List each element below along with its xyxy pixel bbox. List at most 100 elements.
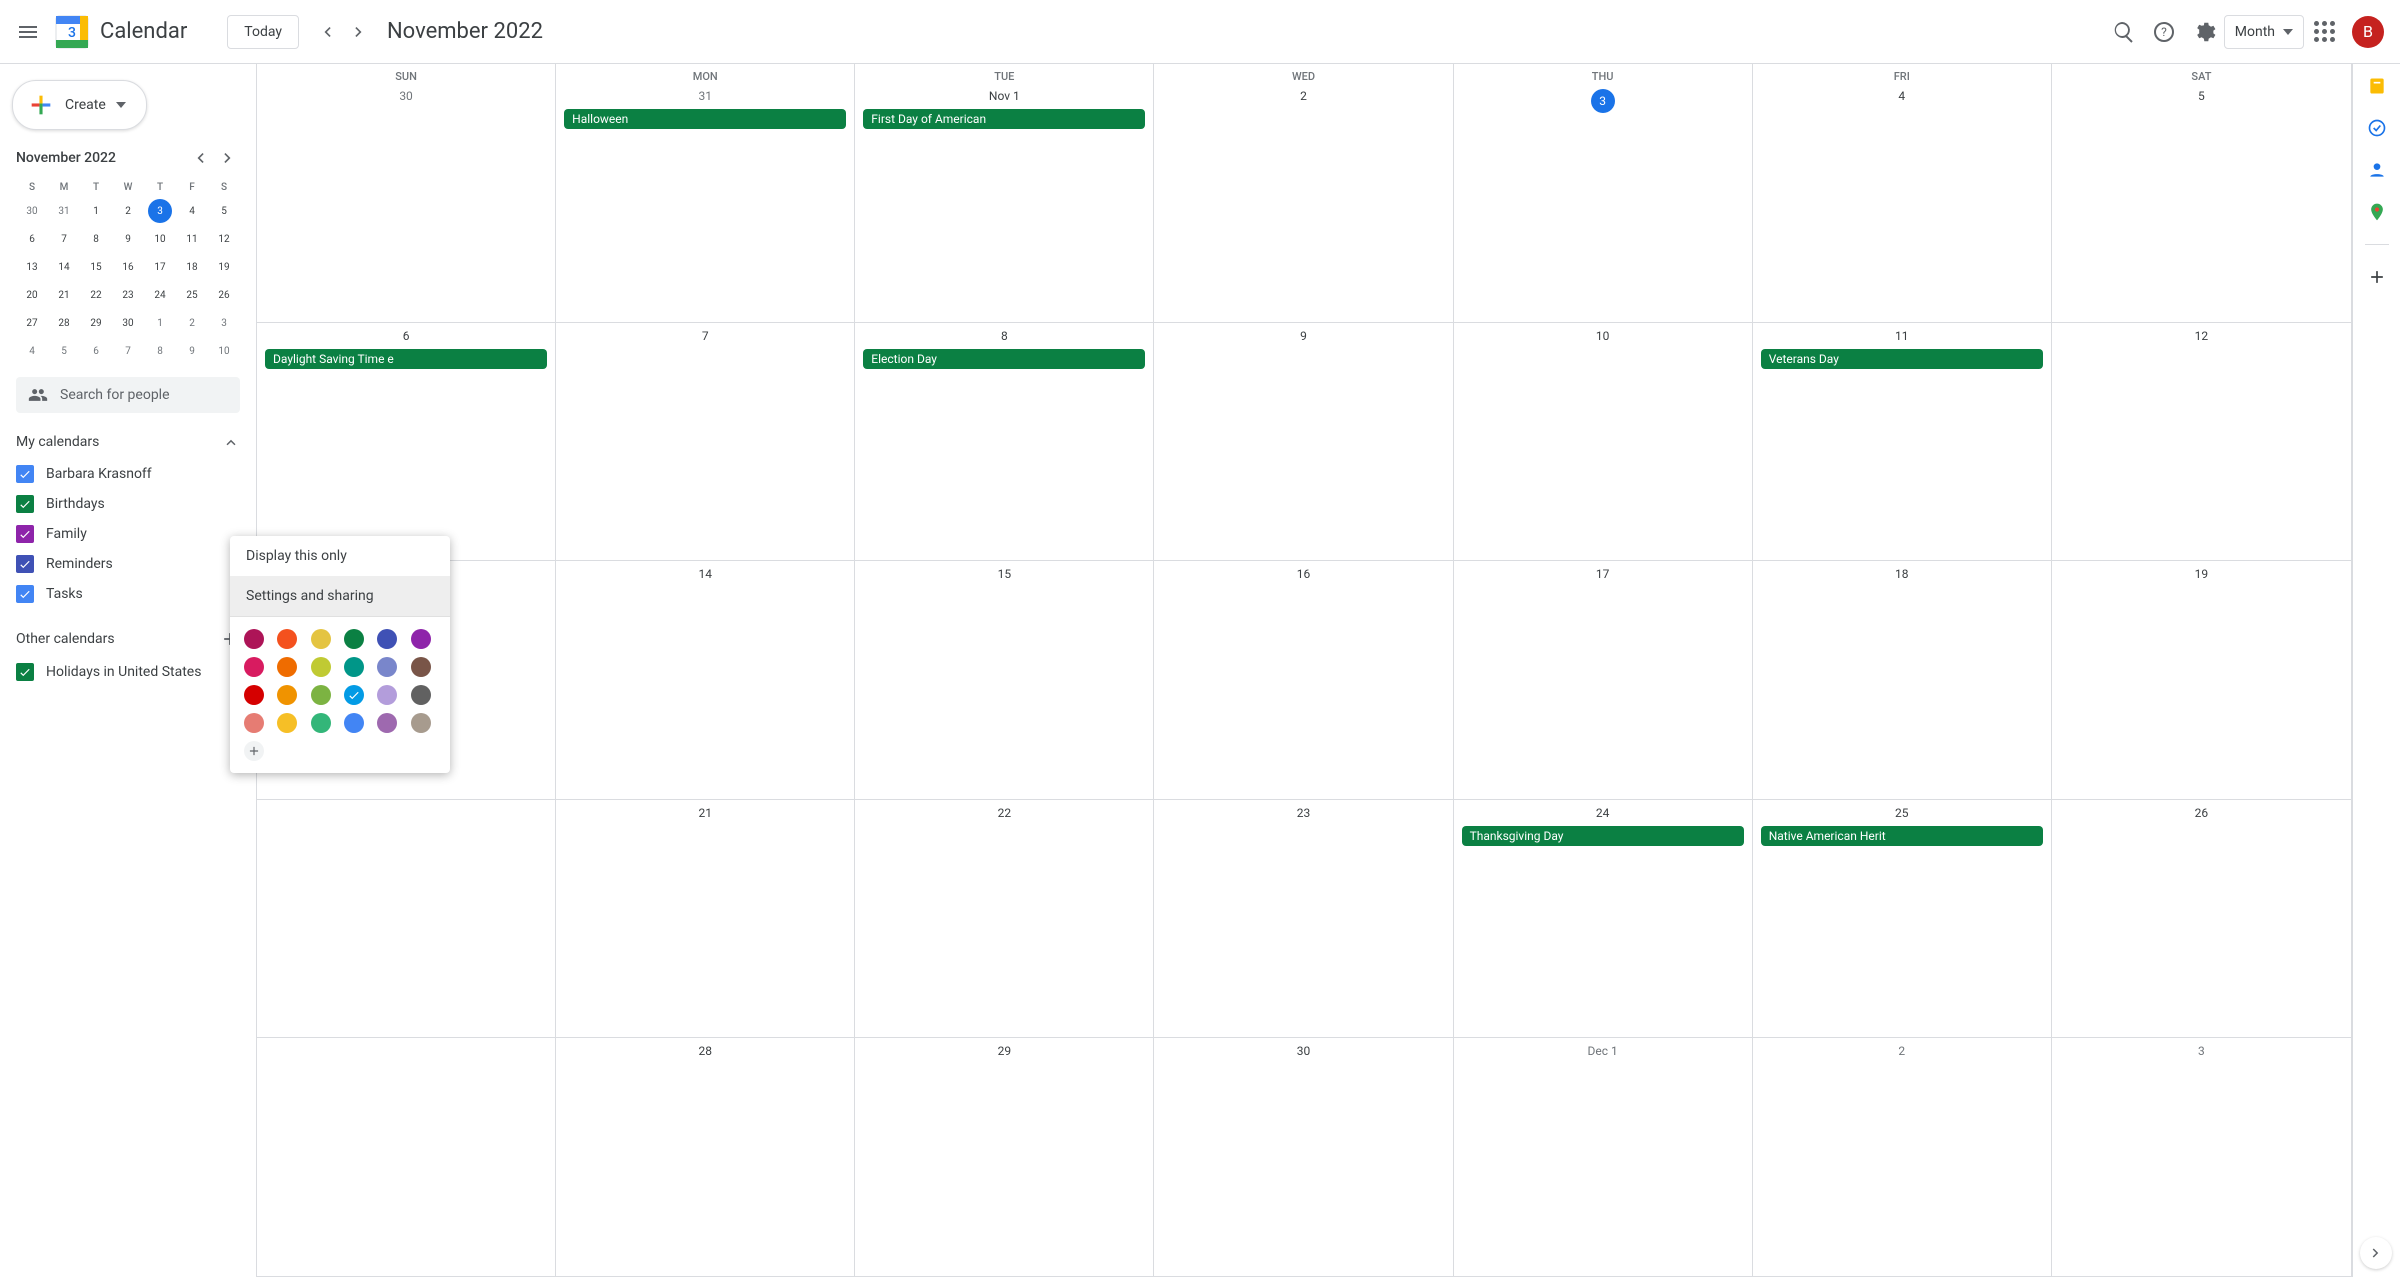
event-chip[interactable]: Daylight Saving Time e [265,349,547,369]
color-swatch[interactable] [377,657,397,677]
create-button[interactable]: Create [12,80,147,130]
grid-cell[interactable]: 29 [855,1038,1154,1276]
grid-cell[interactable]: 25Native American Herit [1753,800,2052,1038]
color-swatch[interactable] [411,713,431,733]
tasks-icon[interactable] [2367,118,2387,138]
grid-cell[interactable]: 21 [556,800,855,1038]
mini-day[interactable]: 4 [180,199,204,223]
mini-day[interactable]: 6 [20,227,44,251]
mini-day[interactable]: 23 [116,283,140,307]
grid-cell[interactable]: 2 [1154,83,1453,322]
grid-day-number[interactable]: 30 [1158,1040,1448,1062]
color-swatch[interactable] [344,657,364,677]
color-swatch[interactable] [277,685,297,705]
mini-day[interactable]: 28 [52,311,76,335]
grid-day-number[interactable]: 11 [1757,325,2047,347]
event-chip[interactable]: Halloween [564,109,846,129]
color-swatch[interactable] [277,713,297,733]
grid-cell[interactable]: 24Thanksgiving Day [1454,800,1753,1038]
color-swatch[interactable] [311,629,331,649]
grid-cell[interactable]: 20 [257,800,556,1038]
color-swatch[interactable] [311,685,331,705]
mini-day[interactable]: 3 [148,199,172,223]
grid-day-number[interactable]: 23 [1158,802,1448,824]
mini-day[interactable]: 6 [84,339,108,363]
mini-next-button[interactable] [216,146,240,170]
calendar-checkbox[interactable] [16,663,34,681]
grid-cell[interactable]: 19 [2052,561,2351,799]
grid-cell[interactable]: 8Election Day [855,323,1154,561]
event-chip[interactable]: Thanksgiving Day [1462,826,1744,846]
mini-day[interactable]: 20 [20,283,44,307]
my-calendars-toggle[interactable]: My calendars [16,433,240,451]
grid-cell[interactable]: 16 [1154,561,1453,799]
mini-day[interactable]: 9 [116,227,140,251]
color-swatch[interactable] [311,657,331,677]
next-period-button[interactable] [343,16,375,48]
mini-day[interactable]: 30 [116,311,140,335]
event-chip[interactable]: Election Day [863,349,1145,369]
color-swatch[interactable] [277,629,297,649]
grid-cell[interactable]: 9 [1154,323,1453,561]
color-swatch[interactable] [411,657,431,677]
mini-day[interactable]: 29 [84,311,108,335]
grid-cell[interactable]: 17 [1454,561,1753,799]
grid-day-number[interactable]: 21 [560,802,850,824]
grid-cell[interactable]: Nov 1First Day of American [855,83,1154,322]
mini-day[interactable]: 9 [180,339,204,363]
color-swatch[interactable] [377,629,397,649]
mini-day[interactable]: 13 [20,255,44,279]
calendar-list-item[interactable]: Holidays in United States [16,657,240,687]
color-swatch[interactable] [244,685,264,705]
calendar-checkbox[interactable] [16,495,34,513]
calendar-list-item[interactable]: Tasks [16,579,240,609]
mini-day[interactable]: 19 [212,255,236,279]
grid-cell[interactable]: 18 [1753,561,2052,799]
calendar-checkbox[interactable] [16,585,34,603]
calendar-list-item[interactable]: Birthdays [16,489,240,519]
grid-cell[interactable]: 31Halloween [556,83,855,322]
mini-day[interactable]: 4 [20,339,44,363]
color-swatch[interactable] [377,713,397,733]
mini-day[interactable]: 7 [116,339,140,363]
contacts-icon[interactable] [2367,160,2387,180]
color-swatch[interactable] [411,685,431,705]
mini-day[interactable]: 17 [148,255,172,279]
grid-day-number[interactable]: Dec 1 [1458,1040,1748,1062]
grid-cell[interactable]: 22 [855,800,1154,1038]
grid-day-number[interactable]: 4 [1757,85,2047,107]
grid-day-number[interactable]: 2 [1757,1040,2047,1062]
grid-cell[interactable]: 3 [1454,83,1753,322]
mini-day[interactable]: 12 [212,227,236,251]
grid-day-number[interactable]: Nov 1 [859,85,1149,107]
grid-day-number[interactable]: 29 [859,1040,1149,1062]
google-apps-button[interactable] [2304,12,2344,52]
grid-cell[interactable]: 5 [2052,83,2351,322]
mini-day[interactable]: 21 [52,283,76,307]
grid-day-number[interactable]: 8 [859,325,1149,347]
grid-day-number[interactable]: 14 [560,563,850,585]
calendar-checkbox[interactable] [16,465,34,483]
mini-day[interactable]: 7 [52,227,76,251]
grid-day-number[interactable]: 6 [261,325,551,347]
grid-cell[interactable]: 26 [2052,800,2351,1038]
settings-sharing-option[interactable]: Settings and sharing [230,576,450,616]
grid-day-number[interactable]: 25 [1757,802,2047,824]
mini-day[interactable]: 14 [52,255,76,279]
mini-day[interactable]: 10 [212,339,236,363]
color-swatch[interactable] [411,629,431,649]
mini-day[interactable]: 11 [180,227,204,251]
other-calendars-toggle[interactable]: Other calendars [16,629,240,649]
grid-cell[interactable]: 15 [855,561,1154,799]
mini-day[interactable]: 25 [180,283,204,307]
grid-cell[interactable]: 2 [1753,1038,2052,1276]
color-swatch[interactable] [344,685,364,705]
event-chip[interactable]: First Day of American [863,109,1145,129]
mini-prev-button[interactable] [188,146,212,170]
mini-day[interactable]: 26 [212,283,236,307]
grid-cell[interactable]: Dec 1 [1454,1038,1753,1276]
grid-day-number[interactable]: 9 [1158,325,1448,347]
mini-day[interactable]: 3 [212,311,236,335]
color-swatch[interactable] [377,685,397,705]
calendar-list-item[interactable]: Barbara Krasnoff [16,459,240,489]
